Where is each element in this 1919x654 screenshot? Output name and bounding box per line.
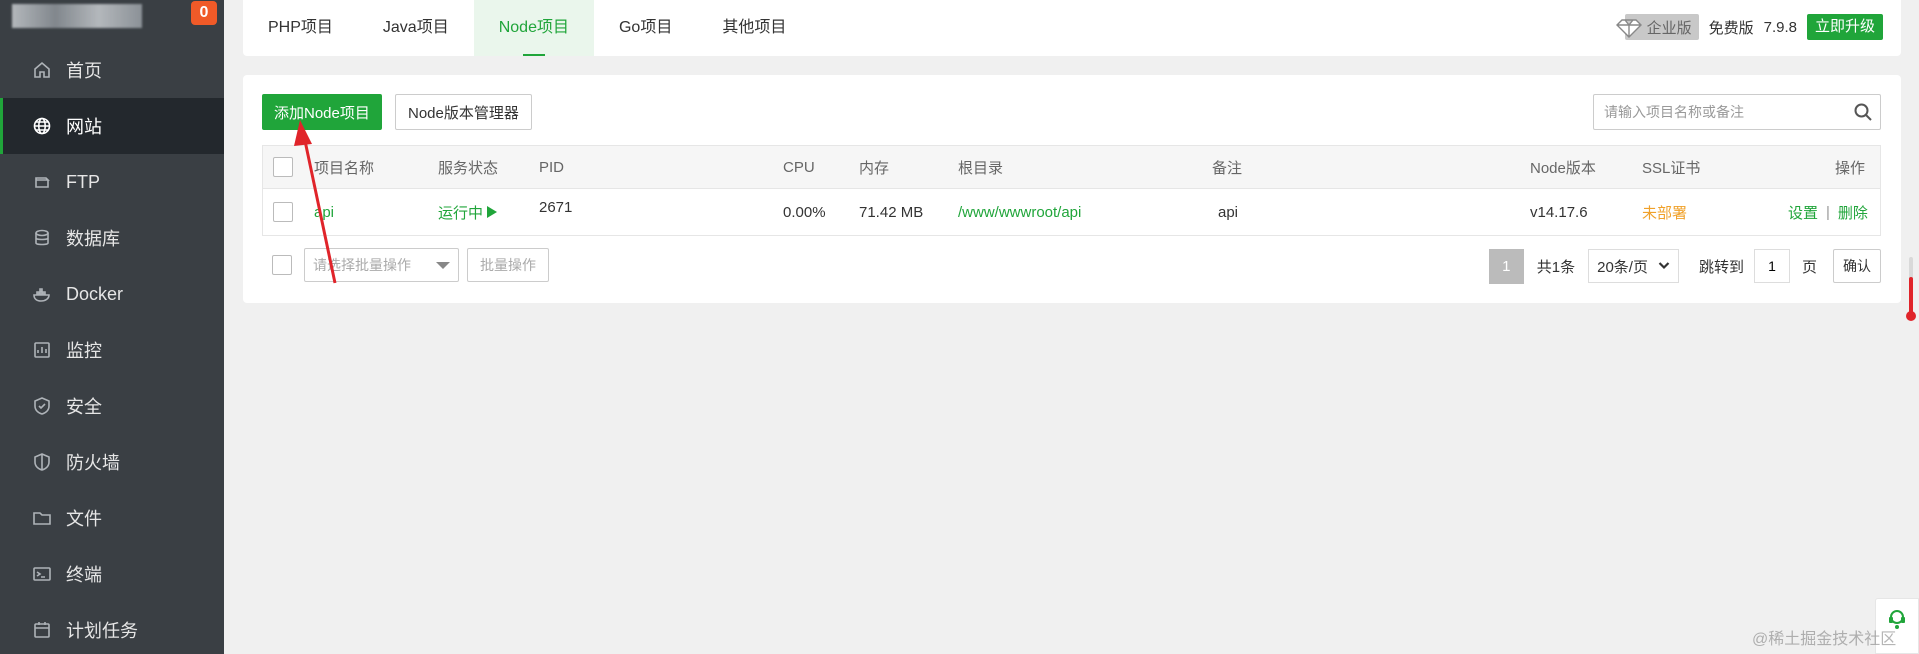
root-dir-link[interactable]: /www/wwwroot/api: [958, 189, 1081, 235]
sidebar-item-label: 监控: [66, 341, 102, 361]
row-operations: 设置 | 删除: [1788, 189, 1868, 235]
diamond-icon: [1615, 19, 1642, 38]
jump-to-label: 跳转到: [1698, 258, 1744, 276]
memory-value: 71.42 MB: [859, 203, 924, 221]
project-tabs-bar: PHP项目 Java项目 Node项目 Go项目 其他项目 企业版 免费版 7.…: [243, 0, 1901, 56]
batch-operation-button[interactable]: 批量操作: [467, 248, 549, 282]
calendar-icon: [32, 620, 52, 640]
globe-icon: [32, 116, 52, 136]
project-table: 项目名称 服务状态 PID CPU 内存 根目录 备注 Node版本 SSL证书…: [262, 145, 1881, 236]
sidebar-item-label: 首页: [66, 61, 102, 81]
tab-php[interactable]: PHP项目: [243, 0, 358, 56]
sidebar-item-files[interactable]: 文件: [0, 490, 224, 546]
tab-go[interactable]: Go项目: [594, 0, 697, 56]
ftp-icon: [32, 172, 52, 192]
sidebar-item-label: 计划任务: [66, 621, 138, 641]
current-page[interactable]: 1: [1488, 248, 1524, 284]
pid-value: 2671: [539, 199, 573, 216]
sidebar-item-terminal[interactable]: 终端: [0, 546, 224, 602]
sidebar-header: 0: [0, 0, 224, 42]
tab-node[interactable]: Node项目: [473, 0, 594, 56]
cpu-value: 0.00%: [783, 203, 826, 221]
thermometer-icon: [1906, 257, 1916, 321]
ops-separator: |: [1826, 203, 1830, 221]
sidebar-item-label: 安全: [66, 397, 102, 417]
sidebar-item-database[interactable]: 数据库: [0, 210, 224, 266]
sidebar-item-home[interactable]: 首页: [0, 42, 224, 98]
delete-link[interactable]: 删除: [1838, 202, 1868, 223]
tab-java[interactable]: Java项目: [358, 0, 474, 56]
sidebar-item-label: Docker: [66, 283, 124, 304]
terminal-icon: [32, 564, 52, 584]
page-size-select[interactable]: 20条/页: [1588, 249, 1679, 283]
sidebar-item-label: 数据库: [66, 229, 120, 249]
sidebar-item-label: 终端: [66, 565, 102, 585]
sidebar-item-firewall[interactable]: 防火墙: [0, 434, 224, 490]
jump-page-input[interactable]: [1753, 249, 1790, 283]
shield-icon: [32, 452, 52, 472]
sidebar-item-label: 网站: [66, 117, 102, 137]
sidebar-item-ftp[interactable]: FTP: [0, 154, 224, 210]
pagination: 1 共1条 20条/页 跳转到 页 确认: [1488, 248, 1881, 284]
page-size-value: 20条/页: [1597, 258, 1648, 276]
header-remark[interactable]: 备注: [1212, 146, 1242, 188]
annotation-arrow: [294, 120, 337, 284]
sidebar-nav: 首页 网站 FTP 数据库 Docker 监控 安全 防火墙 文件 终端 计划任…: [0, 42, 224, 654]
database-icon: [32, 228, 52, 248]
project-list-panel: 添加Node项目 Node版本管理器 项目名称 服务状态 PID CPU 内存 …: [243, 75, 1901, 303]
header-status[interactable]: 服务状态: [438, 146, 498, 188]
header-root-dir[interactable]: 根目录: [958, 146, 1003, 188]
header-cpu[interactable]: CPU: [783, 146, 815, 188]
node-version-value: v14.17.6: [1530, 203, 1588, 221]
status-text: 运行中: [438, 204, 484, 222]
header-ssl[interactable]: SSL证书: [1642, 146, 1700, 188]
table-header: 项目名称 服务状态 PID CPU 内存 根目录 备注 Node版本 SSL证书…: [263, 146, 1880, 189]
ssl-status-link[interactable]: 未部署: [1642, 189, 1687, 235]
sidebar-item-label: 防火墙: [66, 453, 120, 473]
search-icon[interactable]: [1846, 95, 1880, 129]
sidebar-item-label: 文件: [66, 509, 102, 529]
header-memory[interactable]: 内存: [859, 146, 889, 188]
free-edition-label: 免费版: [1708, 19, 1754, 37]
enterprise-label: 企业版: [1646, 19, 1692, 37]
sidebar-item-security[interactable]: 安全: [0, 378, 224, 434]
settings-link[interactable]: 设置: [1788, 202, 1818, 223]
monitor-icon: [32, 340, 52, 360]
docker-icon: [32, 284, 52, 304]
header-operations: 操作: [1835, 159, 1866, 177]
upgrade-button[interactable]: 立即升级: [1806, 14, 1883, 40]
shield-check-icon: [32, 396, 52, 416]
batch-select-checkbox[interactable]: [272, 255, 292, 275]
header-pid[interactable]: PID: [539, 146, 564, 188]
play-icon: [487, 206, 498, 218]
chevron-down-icon: [1658, 258, 1670, 275]
sidebar: 0 首页 网站 FTP 数据库 Docker 监控 安全 防火墙 文件 终端 计…: [0, 0, 224, 654]
watermark: @稀土掘金技术社区: [1752, 631, 1897, 648]
sidebar-item-monitor[interactable]: 监控: [0, 322, 224, 378]
table-footer: 请选择批量操作 批量操作 1 共1条 20条/页 跳转到 页 确认: [262, 248, 1881, 284]
node-version-manager-button[interactable]: Node版本管理器: [395, 94, 532, 130]
sidebar-item-website[interactable]: 网站: [0, 98, 224, 154]
table-row: api 运行中 2671 0.00% 71.42 MB /www/wwwroot…: [263, 189, 1880, 235]
header-node-version[interactable]: Node版本: [1530, 146, 1596, 188]
search-box: [1593, 94, 1881, 130]
remark-value[interactable]: api: [1218, 189, 1238, 235]
sidebar-item-cron[interactable]: 计划任务: [0, 602, 224, 654]
total-count: 共1条: [1536, 258, 1576, 276]
confirm-jump-button[interactable]: 确认: [1833, 249, 1881, 283]
home-icon: [32, 60, 52, 80]
caret-down-icon: [436, 261, 450, 269]
edition-info: 企业版 免费版 7.9.8 立即升级: [1611, 14, 1883, 40]
service-status[interactable]: 运行中: [438, 189, 498, 235]
page-unit-label: 页: [1801, 258, 1817, 276]
search-input[interactable]: [1594, 95, 1846, 129]
version-number: 7.9.8: [1763, 18, 1797, 36]
sidebar-item-label: FTP: [66, 171, 100, 192]
enterprise-badge[interactable]: 企业版: [1615, 14, 1699, 40]
notification-badge[interactable]: 0: [191, 1, 217, 25]
blurred-username: [12, 4, 142, 28]
sidebar-item-docker[interactable]: Docker: [0, 266, 224, 322]
tab-other[interactable]: 其他项目: [697, 0, 811, 56]
folder-icon: [32, 508, 52, 528]
